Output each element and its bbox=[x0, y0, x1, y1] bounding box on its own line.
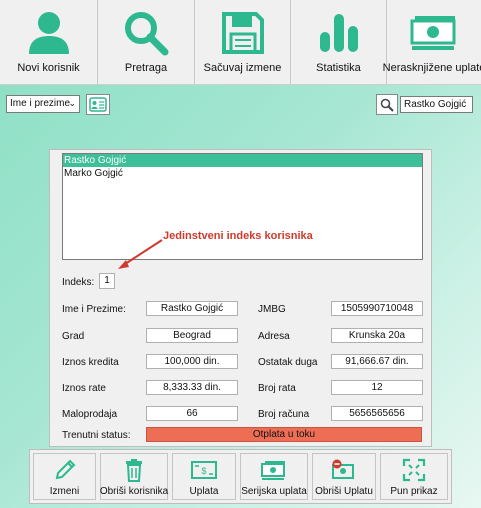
save-icon bbox=[220, 10, 266, 56]
delete-payment-icon bbox=[331, 457, 357, 483]
installments-count-label: Broj rata bbox=[258, 383, 296, 394]
annotation-arrow-icon bbox=[118, 239, 163, 269]
money-stack-icon bbox=[261, 457, 287, 483]
action-bar: Izmeni Obriši korisnika $ Uplata Serijsk… bbox=[29, 449, 452, 504]
delete-payment-label: Obriši Uplatu bbox=[315, 486, 373, 497]
delete-user-label: Obriši korisnika bbox=[99, 486, 169, 497]
remaining-debt-label: Ostatak duga bbox=[258, 357, 318, 368]
batch-payment-button[interactable]: Serijska uplata bbox=[240, 453, 308, 500]
search-input[interactable]: Rastko Gojgić bbox=[400, 96, 473, 113]
installment-label: Iznos rate bbox=[62, 383, 106, 394]
index-label: Indeks: bbox=[62, 277, 95, 288]
new-user-label: Novi korisnik bbox=[17, 62, 80, 74]
search-label: Pretraga bbox=[124, 62, 168, 74]
search-small-button[interactable] bbox=[376, 94, 398, 115]
address-label: Adresa bbox=[258, 331, 290, 342]
search-icon bbox=[123, 10, 169, 56]
name-label: Ime i Prezime: bbox=[62, 304, 126, 315]
account-value: 5656565656 bbox=[331, 406, 423, 421]
loan-amount-value: 100,000 din. bbox=[146, 354, 238, 369]
search-button[interactable]: Pretraga bbox=[98, 0, 195, 84]
search-small-icon bbox=[380, 98, 394, 112]
statistics-label: Statistika bbox=[316, 62, 361, 74]
jmbg-label: JMBG bbox=[258, 304, 286, 315]
installments-count-value: 12 bbox=[331, 380, 423, 395]
status-badge: Otplata u toku bbox=[146, 427, 422, 442]
list-item[interactable]: Rastko Gojgić bbox=[63, 154, 422, 167]
full-view-button[interactable]: Pun prikaz bbox=[380, 453, 448, 500]
city-label: Grad bbox=[62, 331, 85, 342]
bar-chart-icon bbox=[316, 10, 362, 56]
fullscreen-icon bbox=[402, 457, 426, 483]
store-label: Maloprodaja bbox=[62, 409, 118, 420]
delete-payment-button[interactable]: Obriši Uplatu bbox=[312, 453, 376, 500]
main-toolbar: Novi korisnik Pretraga Sačuvaj izmene St… bbox=[0, 0, 481, 85]
list-item[interactable]: Marko Gojgić bbox=[63, 167, 422, 180]
payment-label: Uplata bbox=[189, 486, 219, 497]
account-label: Broj računa bbox=[258, 409, 310, 420]
id-card-icon bbox=[89, 97, 107, 112]
unbooked-payments-label: Nerasknjižene uplate bbox=[382, 62, 481, 74]
name-value: Rastko Gojgić bbox=[146, 301, 238, 316]
save-changes-button[interactable]: Sačuvaj izmene bbox=[195, 0, 291, 84]
installment-value: 8,333.33 din. bbox=[146, 380, 238, 395]
remaining-debt-value: 91,666.67 din. bbox=[331, 354, 423, 369]
id-card-button[interactable] bbox=[86, 94, 110, 115]
money-icon bbox=[409, 10, 459, 56]
statistics-button[interactable]: Statistika bbox=[291, 0, 387, 84]
index-annotation: Jedinstveni indeks korisnika bbox=[163, 230, 313, 242]
index-value: 1 bbox=[99, 273, 115, 289]
payment-button[interactable]: $ Uplata bbox=[172, 453, 236, 500]
edit-button[interactable]: Izmeni bbox=[33, 453, 96, 500]
svg-text:$: $ bbox=[201, 466, 206, 476]
new-user-button[interactable]: Novi korisnik bbox=[0, 0, 98, 84]
content-pane: Ime i prezime ⌄ Rastko Gojgić Rastko Goj… bbox=[0, 85, 481, 508]
chevron-down-icon: ⌄ bbox=[68, 98, 76, 108]
full-view-label: Pun prikaz bbox=[390, 486, 438, 497]
loan-amount-label: Iznos kredita bbox=[62, 357, 119, 368]
search-field-select[interactable]: Ime i prezime ⌄ bbox=[6, 95, 80, 113]
trash-icon bbox=[123, 457, 145, 483]
delete-user-button[interactable]: Obriši korisnika bbox=[100, 453, 168, 500]
batch-payment-label: Serijska uplata bbox=[241, 486, 307, 497]
save-changes-label: Sačuvaj izmene bbox=[203, 62, 282, 74]
address-value: Krunska 20a bbox=[331, 328, 423, 343]
search-field-value: Ime i prezime bbox=[10, 98, 71, 109]
city-value: Beograd bbox=[146, 328, 238, 343]
status-label: Trenutni status: bbox=[62, 430, 131, 441]
edit-label: Izmeni bbox=[49, 486, 80, 497]
user-details-panel: Rastko Gojgić Marko Gojgić Jedinstveni i… bbox=[49, 149, 432, 447]
payment-icon: $ bbox=[191, 457, 217, 483]
pencil-icon bbox=[53, 457, 77, 483]
store-value: 66 bbox=[146, 406, 238, 421]
unbooked-payments-button[interactable]: Nerasknjižene uplate bbox=[383, 0, 481, 84]
jmbg-value: 1505990710048 bbox=[331, 301, 423, 316]
user-icon bbox=[26, 10, 72, 56]
